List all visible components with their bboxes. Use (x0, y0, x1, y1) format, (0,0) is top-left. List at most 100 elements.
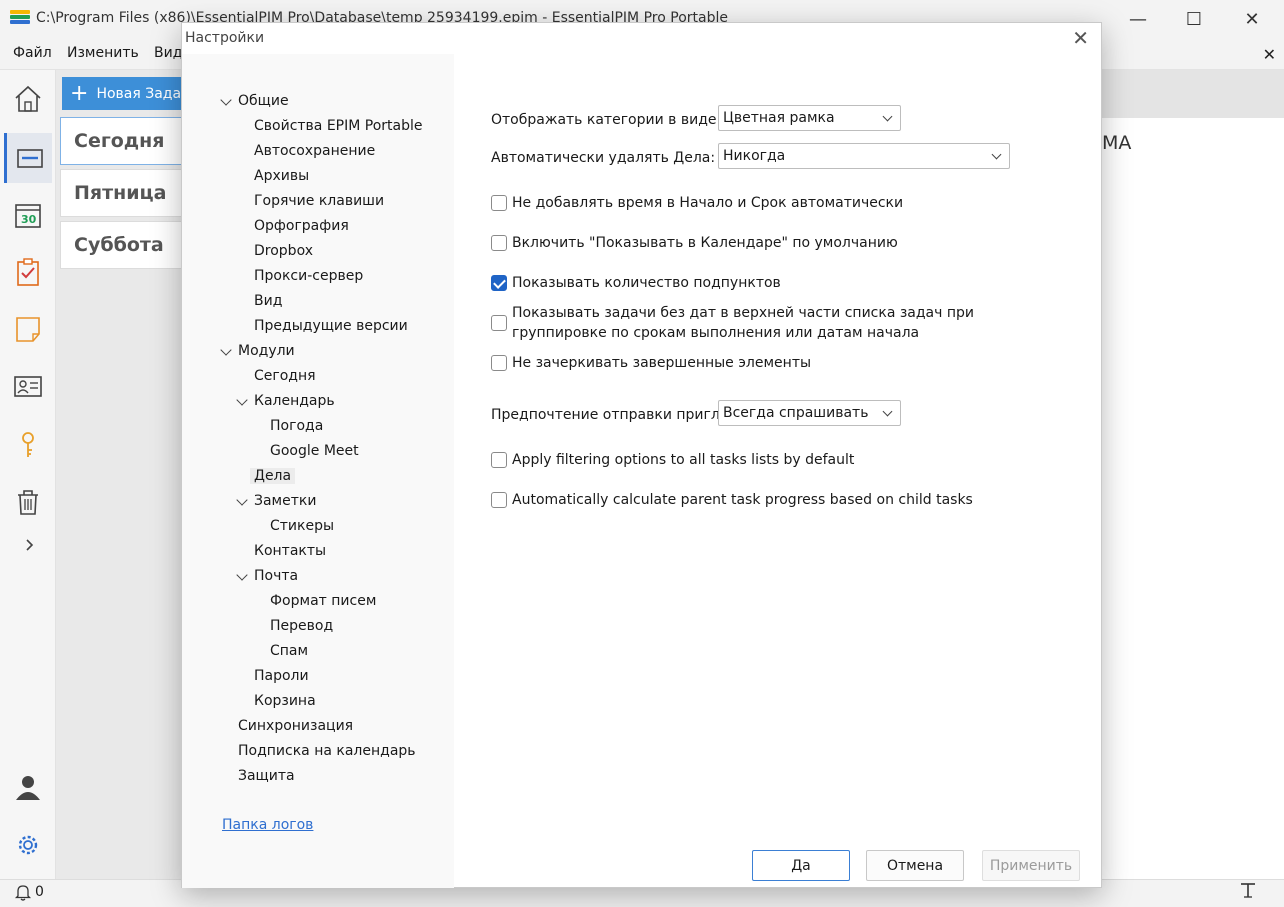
dialog-title: Настройки (185, 30, 265, 46)
nav-todo[interactable] (4, 247, 52, 297)
checkbox-auto-progress-label: Automatically calculate parent task prog… (512, 492, 973, 508)
tree-item-archives[interactable]: Архивы (254, 168, 309, 184)
chevron-down-icon[interactable] (236, 394, 248, 406)
ok-button[interactable]: Да (752, 850, 850, 881)
minimize-button[interactable]: — (1118, 6, 1158, 32)
notifications-button[interactable] (14, 883, 32, 905)
tree-item-calendar[interactable]: Календарь (254, 393, 335, 409)
nav-expand[interactable] (4, 520, 52, 570)
note-icon (16, 317, 40, 342)
day-card-friday[interactable]: Пятница (60, 169, 200, 217)
apply-button[interactable]: Применить (982, 850, 1080, 881)
settings-tree: Общие Свойства EPIM Portable Автосохране… (182, 54, 454, 888)
tree-item-passwords[interactable]: Пароли (254, 668, 309, 684)
menu-view[interactable]: Вид (154, 45, 182, 61)
close-tab-button[interactable]: ✕ (1263, 45, 1276, 64)
tree-item-calendar-subscription[interactable]: Подписка на календарь (238, 743, 416, 759)
categories-select-value: Цветная рамка (723, 110, 835, 126)
tree-item-translation[interactable]: Перевод (270, 618, 333, 634)
trash-icon (18, 490, 38, 515)
log-folder-link[interactable]: Папка логов (222, 817, 313, 833)
tree-item-spam[interactable]: Спам (270, 643, 308, 659)
tree-item-google-meet[interactable]: Google Meet (270, 443, 359, 459)
invite-select-value: Всегда спрашивать (723, 405, 869, 421)
settings-dialog: Настройки ✕ Общие Свойства EPIM Portable… (181, 22, 1102, 888)
tree-item-contacts[interactable]: Контакты (254, 543, 326, 559)
tree-item-trash[interactable]: Корзина (254, 693, 316, 709)
tree-item-weather[interactable]: Погода (270, 418, 323, 434)
tree-item-proxy[interactable]: Прокси-сервер (254, 268, 363, 284)
autodelete-select[interactable]: Никогда (718, 143, 1010, 169)
checkbox-no-strikethrough-label: Не зачеркивать завершенные элементы (512, 355, 812, 371)
chevron-down-icon[interactable] (220, 94, 232, 106)
nav-calendar[interactable]: 30 (4, 190, 52, 240)
invite-label: Предпочтение отправки пригла (491, 407, 718, 423)
tree-item-dropbox[interactable]: Dropbox (254, 243, 313, 259)
nav-contacts[interactable] (4, 361, 52, 411)
clipboard-check-icon (17, 258, 39, 286)
gear-icon (18, 835, 38, 855)
chevron-right-icon (26, 539, 34, 551)
tree-item-mail-format[interactable]: Формат писем (270, 593, 376, 609)
checkbox-no-auto-time-label: Не добавлять время в Начало и Срок автом… (512, 195, 904, 211)
window-close-button[interactable]: ✕ (1232, 6, 1272, 32)
chevron-down-icon[interactable] (236, 494, 248, 506)
checkbox-apply-filtering-label: Apply filtering options to all tasks lis… (512, 452, 855, 468)
dialog-close-button[interactable]: ✕ (1072, 26, 1089, 50)
chevron-down-icon[interactable] (220, 344, 232, 356)
tree-item-mail[interactable]: Почта (254, 568, 298, 584)
invite-select[interactable]: Всегда спрашивать (718, 400, 901, 426)
tree-item-hotkeys[interactable]: Горячие клавиши (254, 193, 384, 209)
nav-notes[interactable] (4, 304, 52, 354)
checkbox-show-subitem-count-label: Показывать количество подпунктов (512, 275, 781, 291)
tree-item-autosave[interactable]: Автосохранение (254, 143, 375, 159)
tree-item-stickers[interactable]: Стикеры (270, 518, 334, 534)
maximize-button[interactable]: ☐ (1174, 6, 1214, 32)
nav-passwords[interactable] (4, 420, 52, 470)
categories-select[interactable]: Цветная рамка (718, 105, 901, 131)
day-card-today[interactable]: Сегодня (60, 117, 200, 165)
bell-icon (14, 885, 32, 901)
checkbox-auto-progress[interactable] (491, 492, 507, 508)
tree-item-today[interactable]: Сегодня (254, 368, 316, 384)
tree-item-tasks[interactable]: Дела (250, 468, 296, 484)
text-format-icon[interactable] (1238, 881, 1258, 904)
autodelete-select-value: Никогда (723, 148, 786, 164)
tree-item-spelling[interactable]: Орфография (254, 218, 349, 234)
task-list-icon (16, 149, 43, 168)
day-card-saturday[interactable]: Суббота (60, 221, 200, 269)
tree-item-modules[interactable]: Модули (238, 343, 295, 359)
tree-item-sync[interactable]: Синхронизация (238, 718, 353, 734)
nav-settings[interactable] (4, 820, 52, 870)
nav-account[interactable] (4, 762, 52, 812)
checkbox-show-subitem-count[interactable] (491, 275, 507, 291)
tree-item-epim-portable[interactable]: Свойства EPIM Portable (254, 118, 423, 134)
app-logo-icon (10, 10, 30, 28)
nav-tasks[interactable] (4, 133, 52, 183)
chevron-down-icon[interactable] (236, 569, 248, 581)
checkbox-apply-filtering[interactable] (491, 452, 507, 468)
checkbox-no-auto-time[interactable] (491, 195, 507, 211)
detail-pane-text: МА (1102, 132, 1132, 154)
menu-file[interactable]: Файл (13, 45, 52, 61)
tree-item-security[interactable]: Защита (238, 768, 295, 784)
calendar-icon: 30 (15, 204, 41, 228)
checkbox-show-in-calendar[interactable] (491, 235, 507, 251)
checkbox-undated-on-top[interactable] (491, 315, 507, 331)
menu-edit[interactable]: Изменить (67, 45, 139, 61)
checkbox-no-strikethrough[interactable] (491, 355, 507, 371)
tree-item-general[interactable]: Общие (238, 93, 289, 109)
plus-icon: + (70, 80, 89, 106)
cancel-button[interactable]: Отмена (866, 850, 964, 881)
user-icon (16, 776, 40, 800)
tree-item-notes[interactable]: Заметки (254, 493, 316, 509)
tree-item-previous-versions[interactable]: Предыдущие версии (254, 318, 408, 334)
nav-home[interactable] (4, 74, 52, 124)
chevron-down-icon (991, 149, 1002, 160)
contact-card-icon (14, 376, 42, 397)
chevron-down-icon (882, 406, 893, 417)
tree-item-view[interactable]: Вид (254, 293, 282, 309)
pane-header (1102, 70, 1284, 118)
home-icon (15, 85, 41, 112)
categories-label: Отображать категории в виде: (491, 112, 722, 128)
